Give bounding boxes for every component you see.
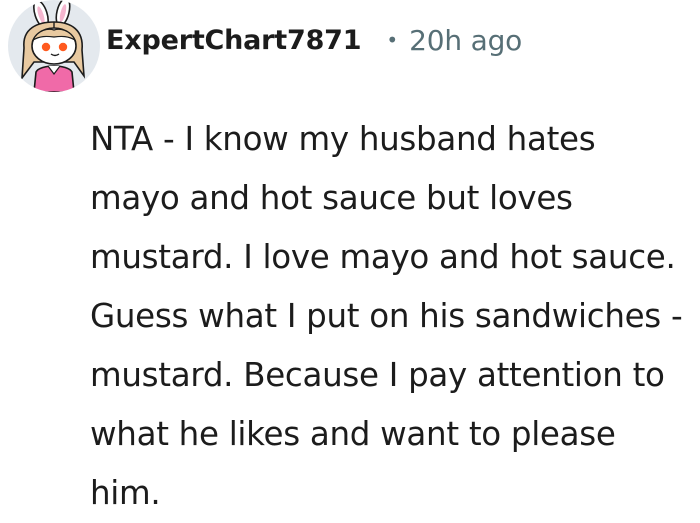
snoo-bunny-avatar-icon bbox=[21, 0, 86, 92]
comment: ExpertChart7871 • 20h ago NTA - I know m… bbox=[0, 0, 700, 518]
comment-author-link[interactable]: ExpertChart7871 bbox=[106, 25, 362, 56]
comment-meta: ExpertChart7871 • 20h ago bbox=[106, 18, 522, 62]
meta-separator: • bbox=[386, 28, 399, 52]
comment-timestamp[interactable]: 20h ago bbox=[409, 24, 522, 57]
comment-body: NTA - I know my husband hates mayo and h… bbox=[90, 110, 690, 523]
comment-body-text: NTA - I know my husband hates mayo and h… bbox=[90, 120, 683, 512]
user-avatar-icon[interactable] bbox=[8, 0, 100, 92]
